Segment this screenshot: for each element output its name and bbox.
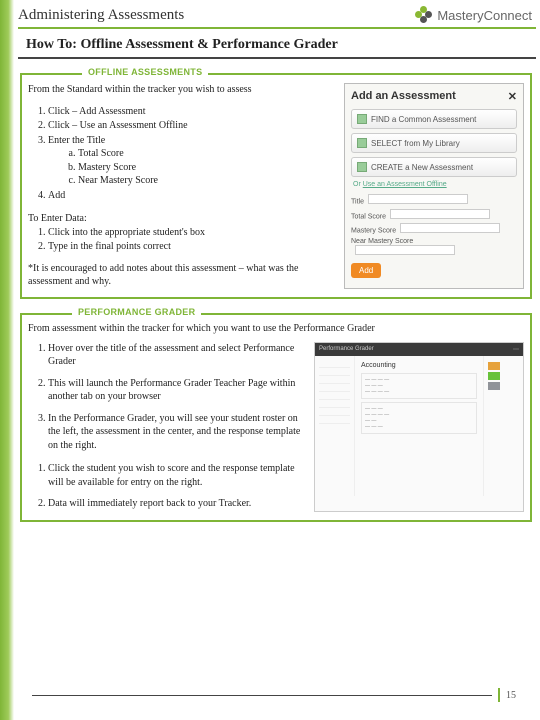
swatch-gray [488, 382, 500, 390]
offline-step-3: Enter the Title Total Score Mastery Scor… [48, 134, 338, 188]
mastery-field-row: Mastery Score [351, 223, 517, 235]
mastery-input[interactable] [400, 223, 500, 233]
select-label: SELECT from My Library [371, 139, 460, 148]
page-content: Administering Assessments MasteryConnect… [18, 0, 536, 720]
perf-a3: In the Performance Grader, you will see … [48, 412, 308, 453]
dialog-title: Add an Assessment [351, 90, 456, 103]
offline-substeps: Total Score Mastery Score Near Mastery S… [78, 147, 338, 188]
pg-topbar-icons: ⋯ [513, 346, 519, 353]
offline-step-1: Click – Add Assessment [48, 105, 338, 119]
offline-section-label: OFFLINE ASSESSMENTS [82, 67, 208, 77]
offline-link[interactable]: Use an Assessment Offline [363, 181, 447, 188]
title-input[interactable] [368, 194, 468, 204]
footer-accent [498, 688, 500, 702]
find-button[interactable]: FIND a Common Assessment [351, 109, 517, 129]
performance-list-b: Click the student you wish to score and … [48, 462, 308, 511]
brand-logo: MasteryConnect [415, 6, 532, 24]
page-footer: 15 [32, 688, 516, 702]
offline-steps-list: Click – Add Assessment Click – Use an As… [48, 105, 338, 203]
select-button[interactable]: SELECT from My Library [351, 133, 517, 153]
offline-note: *It is encouraged to add notes about thi… [28, 262, 338, 289]
pg-center: Accounting — — — —— — —— — — — — — —— — … [355, 356, 483, 496]
offline-link-row: Or Use an Assessment Offline [353, 181, 517, 188]
pg-box-1: — — — —— — —— — — — [361, 373, 477, 399]
swatch-orange [488, 362, 500, 370]
pg-roster [315, 356, 355, 496]
performance-grader-preview: Performance Grader ⋯ Accounting — — — —— … [314, 342, 524, 512]
offline-step-3-text: Enter the Title [48, 135, 105, 146]
total-label: Total Score [351, 213, 386, 220]
create-label: CREATE a New Assessment [371, 163, 473, 172]
or-text: Or [353, 181, 363, 188]
offline-section: OFFLINE ASSESSMENTS From the Standard wi… [20, 73, 532, 299]
perf-b1: Click the student you wish to score and … [48, 462, 308, 489]
close-icon[interactable]: ✕ [508, 90, 517, 103]
offline-substep-c: Near Mastery Score [78, 174, 338, 188]
offline-substep-a: Total Score [78, 147, 338, 161]
pg-heading: Accounting [361, 362, 477, 369]
enter-step-2: Type in the final points correct [48, 240, 338, 254]
select-icon [357, 138, 367, 148]
enter-title: To Enter Data: [28, 212, 338, 226]
left-accent-bar [0, 0, 14, 720]
title-label: Title [351, 199, 364, 206]
create-button[interactable]: CREATE a New Assessment [351, 157, 517, 177]
offline-intro: From the Standard within the tracker you… [28, 83, 338, 97]
near-input[interactable] [355, 245, 455, 255]
pg-topbar-title: Performance Grader [319, 346, 374, 353]
header-title: Administering Assessments [18, 7, 184, 24]
create-icon [357, 162, 367, 172]
offline-text-column: From the Standard within the tracker you… [28, 83, 338, 289]
total-input[interactable] [390, 209, 490, 219]
offline-step-4: Add [48, 189, 338, 203]
pg-topbar: Performance Grader ⋯ [315, 343, 523, 356]
page-header: Administering Assessments MasteryConnect [18, 0, 536, 29]
near-label: Near Mastery Score [351, 238, 413, 245]
offline-substep-b: Mastery Score [78, 161, 338, 175]
performance-section-label: PERFORMANCE GRADER [72, 307, 201, 317]
mastery-label: Mastery Score [351, 228, 396, 235]
performance-text-column: Hover over the title of the assessment a… [28, 342, 308, 512]
perf-b2: Data will immediately report back to you… [48, 497, 308, 511]
page-number: 15 [506, 690, 516, 701]
pg-box-2: — — —— — — —— —— — — [361, 402, 477, 434]
add-assessment-dialog: Add an Assessment ✕ FIND a Common Assess… [344, 83, 524, 289]
total-field-row: Total Score [351, 209, 517, 221]
swatch-green [488, 372, 500, 380]
masteryconnect-icon [415, 6, 433, 24]
find-icon [357, 114, 367, 124]
offline-step-2: Click – Use an Assessment Offline [48, 119, 338, 133]
performance-list-a: Hover over the title of the assessment a… [48, 342, 308, 453]
find-label: FIND a Common Assessment [371, 115, 476, 124]
perf-a1: Hover over the title of the assessment a… [48, 342, 308, 369]
howto-prefix: How To: [26, 37, 77, 52]
title-field-row: Title [351, 194, 517, 206]
pg-response [483, 356, 523, 496]
dialog-title-row: Add an Assessment ✕ [351, 90, 517, 103]
performance-section: PERFORMANCE GRADER From assessment withi… [20, 313, 532, 522]
pg-body: Accounting — — — —— — —— — — — — — —— — … [315, 356, 523, 496]
enter-step-1: Click into the appropriate student's box [48, 226, 338, 240]
howto-bar: How To: Offline Assessment & Performance… [18, 29, 536, 59]
add-button[interactable]: Add [351, 263, 381, 278]
brand-name: MasteryConnect [437, 8, 532, 23]
performance-intro: From assessment within the tracker for w… [28, 323, 524, 334]
footer-rule [32, 695, 492, 696]
howto-title: Offline Assessment & Performance Grader [80, 37, 337, 52]
enter-steps-list: Click into the appropriate student's box… [48, 226, 338, 254]
enter-data-block: To Enter Data: Click into the appropriat… [28, 212, 338, 254]
perf-a2: This will launch the Performance Grader … [48, 377, 308, 404]
near-field-row: Near Mastery Score [351, 238, 517, 257]
